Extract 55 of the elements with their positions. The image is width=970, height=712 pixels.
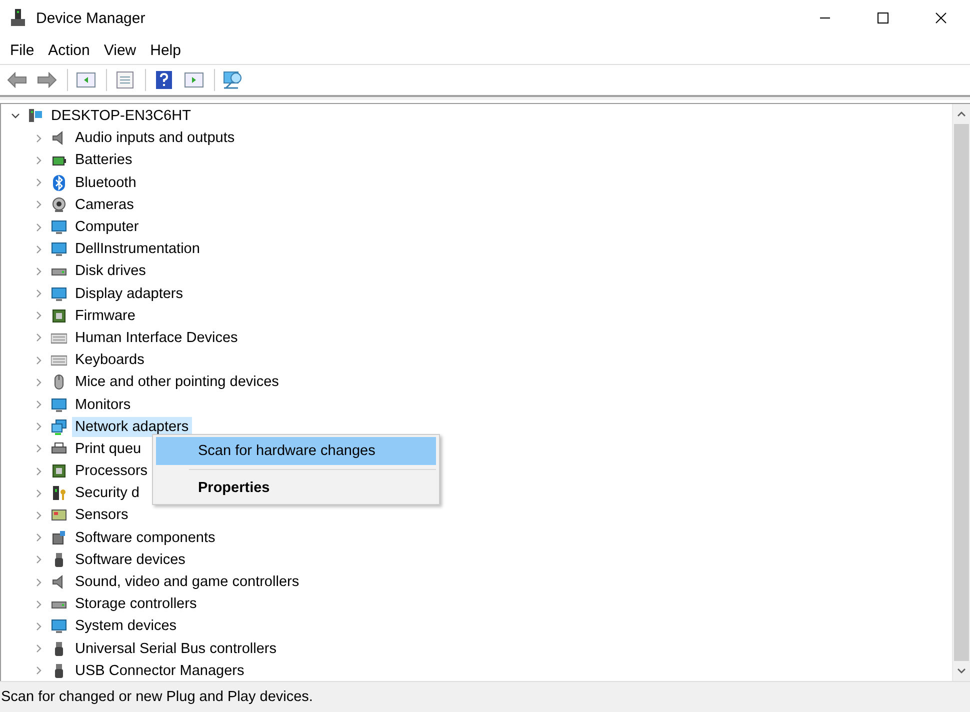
component-icon — [51, 530, 67, 546]
tree-item[interactable]: DESKTOP-EN3C6HT — [48, 106, 194, 126]
monitor-icon — [51, 396, 67, 413]
tree-item[interactable]: USB Connector Managers — [72, 660, 248, 681]
maximize-icon — [877, 12, 889, 24]
monitor-icon — [51, 618, 67, 634]
up-chevron-icon — [957, 111, 966, 117]
tree-item[interactable]: Storage controllers — [72, 594, 200, 614]
scroll-thumb[interactable] — [954, 124, 969, 661]
scrollbar[interactable] — [952, 104, 970, 681]
tree-item[interactable]: DellInstrumentation — [72, 239, 203, 260]
context-menu-item[interactable]: Properties — [156, 474, 436, 502]
bluetooth-icon — [51, 174, 67, 191]
tree-item[interactable]: Security d — [72, 483, 142, 504]
tree-item[interactable]: Audio inputs and outputs — [72, 128, 238, 148]
tree-item[interactable]: Universal Serial Bus controllers — [72, 638, 280, 659]
menu-item[interactable]: Action — [41, 40, 97, 60]
tree-item[interactable]: System devices — [72, 616, 180, 636]
menu-item[interactable]: Help — [143, 40, 188, 60]
close-icon — [935, 12, 947, 24]
tree-item[interactable]: Cameras — [72, 194, 137, 215]
network-icon — [51, 418, 67, 435]
tree-item[interactable]: Human Interface Devices — [72, 328, 241, 348]
down-chevron-icon — [957, 668, 966, 674]
chip-icon — [51, 308, 67, 324]
status-text: Scan for changed or new Plug and Play devices. — [1, 689, 313, 705]
tree-item[interactable]: Firmware — [72, 306, 138, 326]
key-icon — [51, 485, 67, 502]
tree-item[interactable]: Sensors — [72, 505, 132, 526]
webcam-icon — [51, 196, 67, 213]
tree-item[interactable]: Keyboards — [72, 350, 148, 370]
tree-item[interactable]: Bluetooth — [72, 172, 140, 193]
tree-item[interactable]: Batteries — [72, 150, 136, 170]
context-menu-item[interactable]: Scan for hardware changes — [156, 437, 436, 465]
tree-item[interactable]: Disk drives — [72, 261, 149, 282]
tree-item[interactable]: Computer — [72, 217, 142, 238]
monitor-icon — [51, 219, 67, 236]
tree-item[interactable]: Software components — [72, 528, 218, 548]
tree-item[interactable]: Monitors — [72, 394, 134, 415]
chip-icon — [51, 463, 67, 480]
tree-item[interactable]: Network adapters — [72, 416, 192, 437]
monitor-icon — [51, 286, 67, 302]
window-title: Device Manager — [36, 10, 146, 26]
tree-item[interactable]: Software devices — [72, 550, 188, 570]
menu-item[interactable]: View — [96, 40, 144, 60]
tree-item[interactable]: Mice and other pointing devices — [72, 372, 282, 392]
tree-item[interactable]: Print queu — [72, 438, 144, 459]
app-icon — [10, 9, 26, 27]
sensor-icon — [51, 507, 67, 524]
tree-item[interactable]: Display adapters — [72, 284, 186, 304]
tree-item[interactable]: Sound, video and game controllers — [72, 572, 302, 592]
monitor-icon — [51, 241, 67, 258]
tree-item[interactable]: Processors — [72, 461, 151, 482]
computer-icon — [27, 108, 43, 124]
menu-item[interactable]: File — [3, 40, 42, 60]
